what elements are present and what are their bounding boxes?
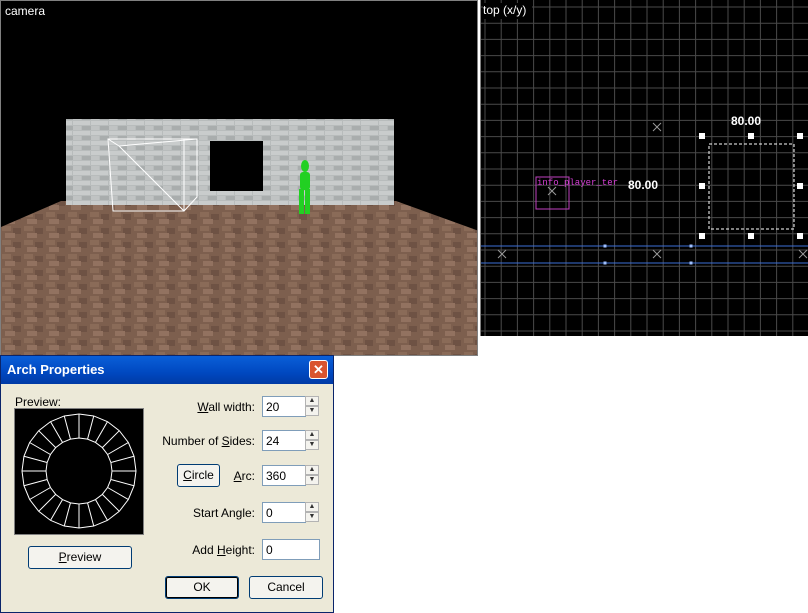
arch-preview-drawing [21,413,137,529]
preview-button[interactable]: Preview [28,546,132,569]
arch-segment-edge [87,415,95,440]
arch-segment-edge [23,479,48,487]
camera-viewport-label: camera [5,4,46,18]
wall-vertex [689,261,693,265]
camera-viewport[interactable]: camera [0,0,478,356]
number-of-sides-label: Number of Sides: [162,434,255,448]
arch-segment-edge [38,430,57,449]
selection-handle [699,133,705,139]
dialog-titlebar[interactable]: Arch Properties ✕ [1,356,333,384]
arch-segment-edge [110,455,135,463]
start-angle-label: Start Angle: [192,506,255,520]
wall-vertex [689,244,693,248]
selection-box [708,143,795,230]
selection-handle [748,233,754,239]
close-icon: ✕ [313,362,324,377]
arch-segment-edge [50,421,63,443]
ok-button[interactable]: OK [165,576,239,599]
arch-segment-edge [63,502,71,527]
start-angle-input[interactable] [262,502,306,523]
arc-input[interactable] [262,465,306,486]
arc-spinner[interactable]: ▲ ▼ [305,465,319,486]
arch-segment-edge [101,430,120,449]
arch-segment-edge [50,499,63,521]
arch-segment-edge [29,442,51,455]
wall-vertex [603,261,607,265]
start-angle-spinner[interactable]: ▲ ▼ [305,502,319,523]
circle-button[interactable]: Circle [177,464,220,487]
number-of-sides-input[interactable] [262,430,306,451]
arch-segment-edge [107,442,129,455]
add-height-label: Add Height: [192,543,255,557]
wall-width-spinner[interactable]: ▲ ▼ [305,396,319,417]
arch-segment-edge [107,487,129,500]
preview-label: Preview: [15,395,62,409]
close-button[interactable]: ✕ [309,360,328,379]
selection-handle [797,183,803,189]
floor-surface [1,201,477,355]
wall-opening [210,141,263,191]
arch-segment-edge [38,493,57,512]
arch-segment-edge [95,421,108,443]
selection-handle [699,233,705,239]
selection-handle [748,133,754,139]
top-viewport-label: top (x/y) [483,3,533,19]
arch-inner-edge [45,437,113,505]
selection-handle [699,183,705,189]
wall-vertex [603,244,607,248]
cancel-button[interactable]: Cancel [249,576,323,599]
arch-segment-edge [63,415,71,440]
top-viewport[interactable]: top (x/y) 80.00 80.00 info_player_ter [480,0,808,336]
selection-handle [797,133,803,139]
entity-name-label: info_player_ter [537,178,619,188]
camera-scene [1,119,477,355]
arc-label: Arc: [233,469,255,483]
dialog-title: Arch Properties [7,362,105,377]
wall-width-label: Wall width: [197,400,255,414]
arch-segment-edge [23,455,48,463]
arch-properties-dialog: Arch Properties ✕ Preview: Wall width: ▲… [0,355,334,613]
arch-segment-edge [95,499,108,521]
arch-segment-edge [110,479,135,487]
add-height-input[interactable] [262,539,320,560]
wall-width-input[interactable] [262,396,306,417]
grid [481,0,808,336]
selection-height-label: 80.00 [628,178,659,192]
selection-handle [797,233,803,239]
arch-segment-edge [101,493,120,512]
arch-segment-edge [29,487,51,500]
arch-preview [14,408,144,535]
arch-segment-edge [87,502,95,527]
number-of-sides-spinner[interactable]: ▲ ▼ [305,430,319,451]
selection-width-label: 80.00 [731,114,762,128]
